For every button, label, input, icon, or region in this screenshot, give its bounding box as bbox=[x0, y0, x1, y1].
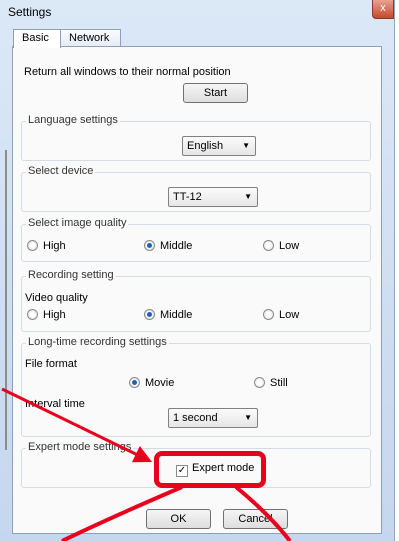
cancel-button[interactable]: Cancel bbox=[223, 509, 288, 529]
radio-icon bbox=[263, 240, 274, 251]
radio-label: Low bbox=[279, 240, 300, 252]
radio-label: Middle bbox=[160, 240, 193, 252]
device-select[interactable]: TT-12 ▼ bbox=[168, 187, 258, 207]
tab-network[interactable]: Network bbox=[60, 29, 121, 47]
start-button[interactable]: Start bbox=[183, 83, 248, 103]
image-quality-low-radio[interactable]: Low bbox=[263, 240, 299, 252]
recording-setting-group: Recording setting Video quality High Mid… bbox=[21, 269, 371, 332]
chevron-down-icon: ▼ bbox=[244, 192, 252, 201]
video-quality-low-radio[interactable]: Low bbox=[263, 309, 299, 321]
expert-mode-title: Expert mode settings bbox=[26, 441, 134, 453]
radio-label: Still bbox=[270, 377, 288, 389]
language-select[interactable]: English ▼ bbox=[182, 136, 256, 156]
radio-icon bbox=[254, 377, 265, 388]
highlight-box bbox=[154, 451, 266, 488]
close-icon: x bbox=[380, 2, 386, 14]
video-quality-label: Video quality bbox=[25, 292, 88, 304]
ok-button[interactable]: OK bbox=[146, 509, 211, 529]
close-button[interactable]: x bbox=[372, 0, 394, 19]
select-device-group: Select device TT-12 ▼ bbox=[21, 165, 371, 212]
select-device-title: Select device bbox=[26, 165, 96, 177]
radio-selected-icon bbox=[129, 377, 140, 388]
radio-label: High bbox=[43, 240, 66, 252]
file-format-label: File format bbox=[25, 358, 77, 370]
radio-label: High bbox=[43, 309, 66, 321]
radio-label: Low bbox=[279, 309, 300, 321]
recording-setting-title: Recording setting bbox=[26, 269, 116, 281]
radio-label: Movie bbox=[145, 377, 175, 389]
radio-icon bbox=[27, 309, 38, 320]
chevron-down-icon: ▼ bbox=[244, 413, 252, 422]
window-edge-line bbox=[5, 150, 7, 450]
image-quality-title: Select image quality bbox=[26, 217, 129, 229]
interval-value: 1 second bbox=[173, 412, 218, 424]
file-format-still-radio[interactable]: Still bbox=[254, 377, 288, 389]
file-format-movie-radio[interactable]: Movie bbox=[129, 377, 174, 389]
radio-selected-icon bbox=[144, 309, 155, 320]
video-quality-middle-radio[interactable]: Middle bbox=[144, 309, 192, 321]
language-settings-group: Language settings English ▼ bbox=[21, 114, 371, 161]
tab-basic[interactable]: Basic bbox=[13, 29, 61, 48]
radio-selected-icon bbox=[144, 240, 155, 251]
chevron-down-icon: ▼ bbox=[242, 141, 250, 150]
long-time-recording-title: Long-time recording settings bbox=[26, 336, 169, 348]
radio-label: Middle bbox=[160, 309, 193, 321]
interval-time-label: Interval time bbox=[25, 398, 85, 410]
image-quality-high-radio[interactable]: High bbox=[27, 240, 66, 252]
long-time-recording-group: Long-time recording settings File format… bbox=[21, 336, 371, 437]
video-quality-high-radio[interactable]: High bbox=[27, 309, 66, 321]
radio-icon bbox=[263, 309, 274, 320]
language-settings-title: Language settings bbox=[26, 114, 120, 126]
return-windows-label: Return all windows to their normal posit… bbox=[24, 66, 231, 78]
interval-time-select[interactable]: 1 second ▼ bbox=[168, 408, 258, 428]
image-quality-middle-radio[interactable]: Middle bbox=[144, 240, 192, 252]
language-value: English bbox=[187, 140, 224, 152]
title-bar: Settings x bbox=[0, 0, 394, 24]
image-quality-group: Select image quality High Middle Low bbox=[21, 217, 371, 262]
radio-icon bbox=[27, 240, 38, 251]
window-title: Settings bbox=[8, 5, 52, 19]
device-value: TT-12 bbox=[173, 191, 202, 203]
